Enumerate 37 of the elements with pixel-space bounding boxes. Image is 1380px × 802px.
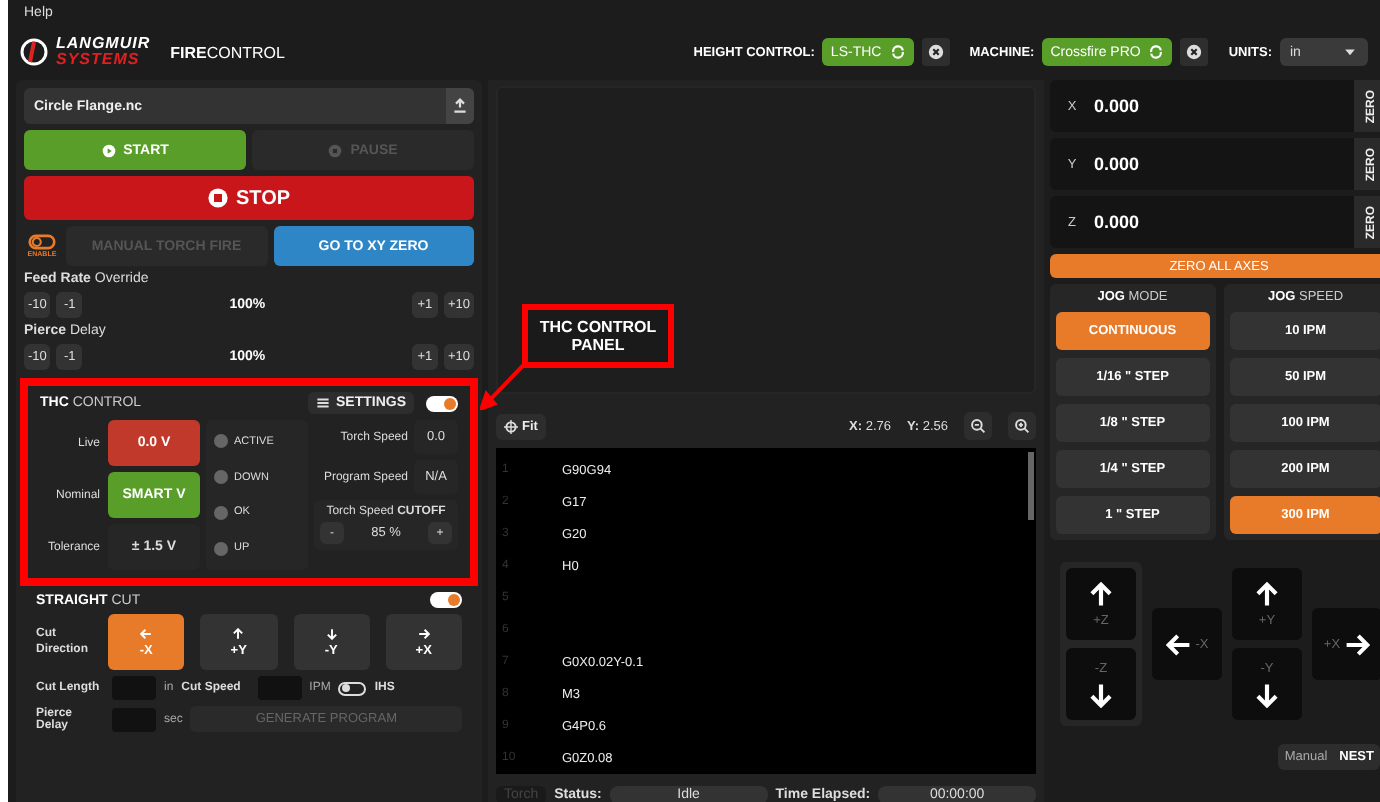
arrow-icon	[1165, 631, 1192, 657]
arrow-icon	[1344, 631, 1371, 657]
refresh-icon	[889, 44, 906, 60]
close-icon[interactable]	[1180, 38, 1209, 66]
arrow-icon	[325, 627, 338, 639]
callout-label: THC CONTROL PANEL	[522, 304, 674, 368]
logo-text: SYSTEMS	[56, 52, 142, 68]
arrow-icon	[1088, 681, 1114, 707]
arrow-icon	[417, 627, 430, 639]
logo-icon	[20, 38, 48, 66]
scrollbar-thumb[interactable]	[1028, 452, 1034, 520]
ihs-toggle[interactable]	[338, 681, 367, 695]
toggle-switch[interactable]	[430, 592, 462, 608]
close-icon[interactable]	[921, 38, 950, 66]
upload-icon	[452, 98, 468, 114]
zoom-out-icon	[970, 418, 986, 434]
arrow-icon	[1088, 581, 1114, 607]
stop-icon	[207, 188, 228, 208]
caret-icon	[1342, 44, 1358, 60]
menu-icon	[315, 396, 330, 410]
logo-text: LANGMUIR	[56, 36, 151, 52]
zoom-in-icon	[1014, 418, 1030, 434]
arrow-icon	[232, 627, 245, 639]
zoom-out-button[interactable]	[964, 412, 992, 440]
app-title: FIRECONTROL	[170, 43, 285, 61]
toggle-icon[interactable]	[28, 234, 56, 250]
toggle-switch[interactable]	[426, 395, 458, 411]
pause-icon	[328, 143, 343, 157]
upload-button[interactable]	[446, 88, 474, 124]
stop-button[interactable]: STOP	[24, 176, 474, 220]
refresh-icon	[1148, 44, 1165, 60]
zoom-in-button[interactable]	[1008, 412, 1036, 440]
crosshair-icon	[504, 419, 518, 433]
arrow-icon	[140, 627, 153, 639]
play-icon	[101, 143, 116, 157]
arrow-icon	[1254, 581, 1280, 607]
arrow-icon	[1254, 681, 1280, 707]
